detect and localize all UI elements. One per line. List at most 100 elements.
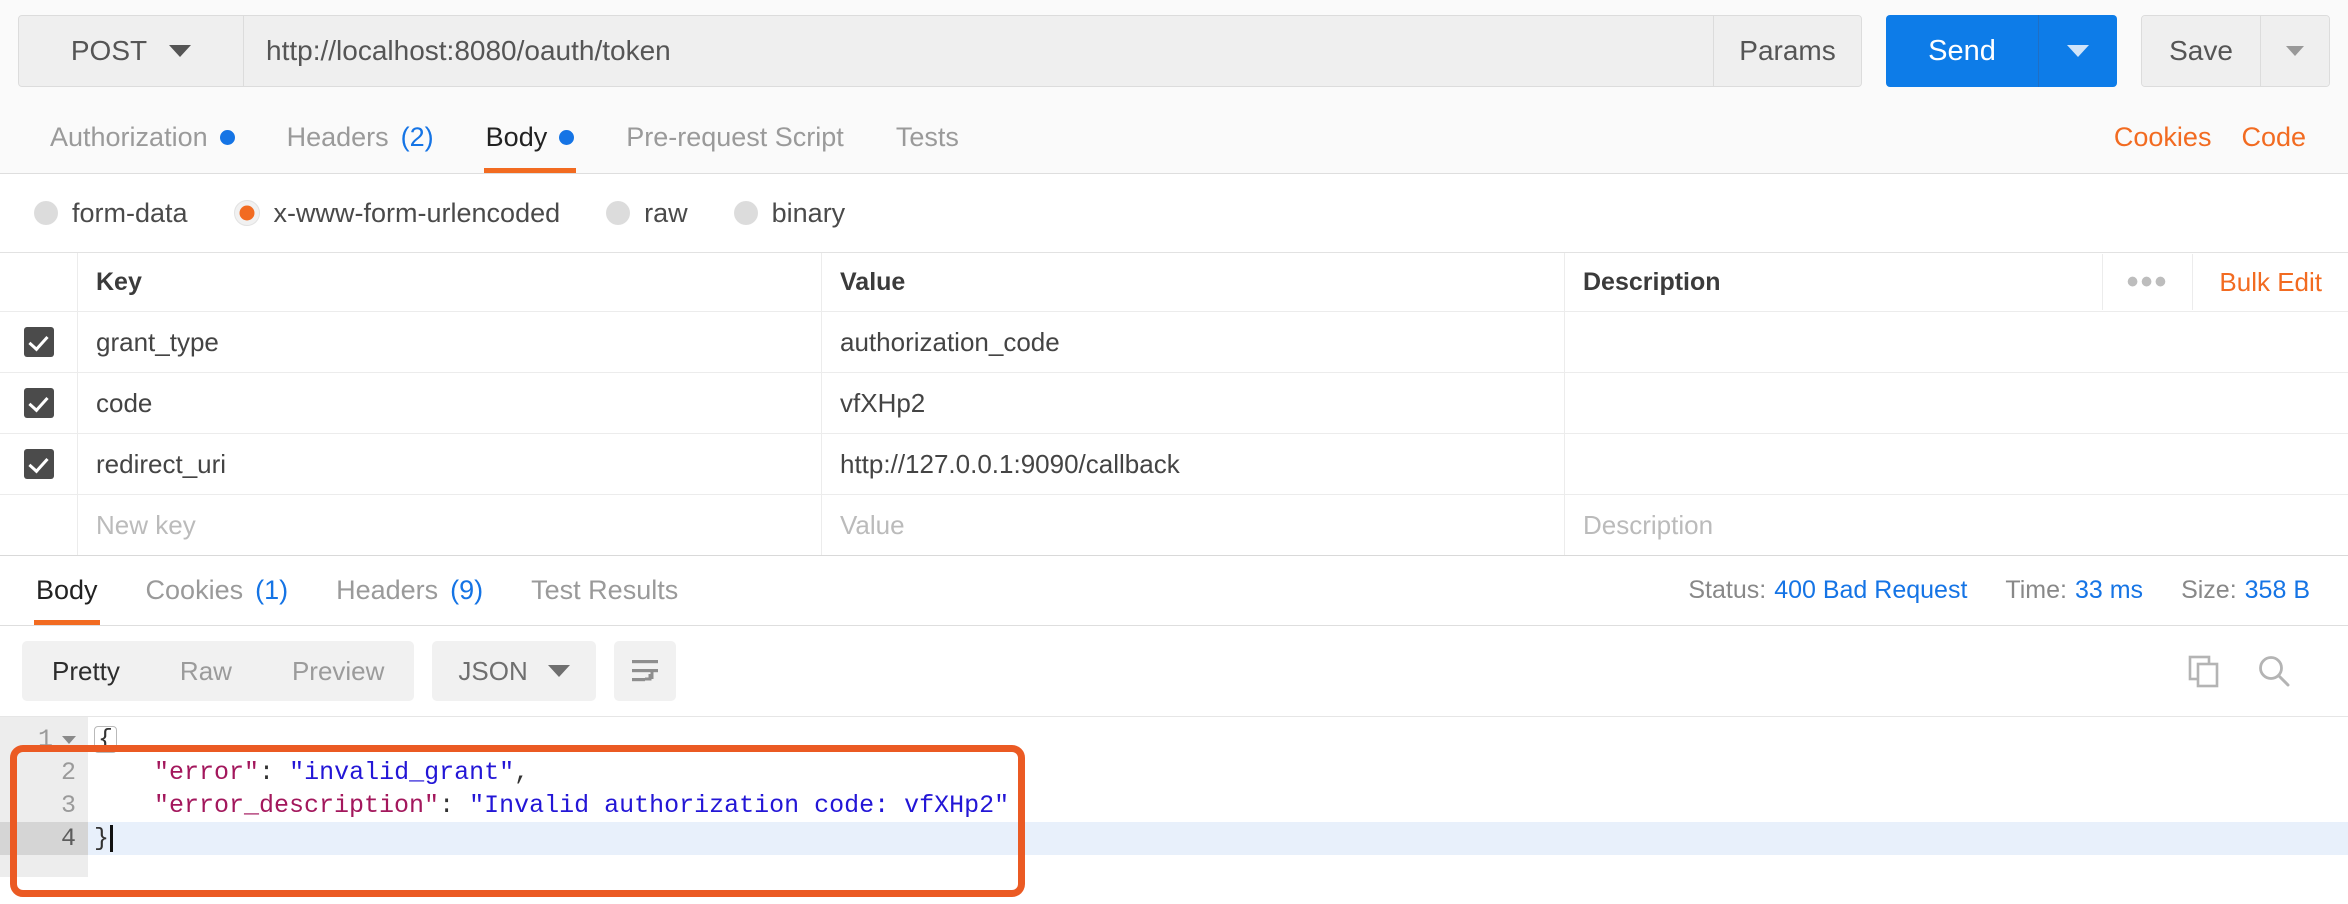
size-label: Size: [2181,576,2237,604]
method-url-group: POST http://localhost:8080/oauth/token P… [18,15,1862,87]
response-tabs: Body Cookies (1) Headers (9) Test Result… [0,556,2348,626]
text-cursor [110,825,113,852]
view-raw-button[interactable]: Raw [150,641,262,701]
row-checkbox[interactable] [24,449,54,479]
code-key: "error" [154,758,259,787]
table-row: code vfXHp2 [0,373,2348,434]
body-type-form-data-label: form-data [72,198,188,229]
row-value[interactable]: http://127.0.0.1:9090/callback [822,434,1565,494]
time-value: 33 ms [2075,576,2143,604]
body-params-table: Key Value Description ••• Bulk Edit gran… [0,252,2348,556]
response-tab-body-label: Body [36,575,98,606]
response-tab-body[interactable]: Body [12,556,122,625]
tab-tests-label: Tests [896,122,959,153]
save-button[interactable]: Save [2142,16,2260,86]
radio-icon [34,201,58,225]
view-pretty-button[interactable]: Pretty [22,641,150,701]
tab-headers-count: (2) [401,122,434,153]
url-text: http://localhost:8080/oauth/token [266,35,671,67]
new-description-input[interactable]: Description [1565,495,2348,555]
copy-icon [2186,653,2222,689]
response-meta: Status:400 Bad Request Time:33 ms Size:3… [1688,556,2336,625]
params-button[interactable]: Params [1713,16,1861,86]
new-value-input[interactable]: Value [822,495,1565,555]
modified-dot-icon [559,130,574,145]
line-number-value: 3 [61,791,76,820]
line-number: 4 [0,822,88,855]
params-label: Params [1739,35,1835,67]
code-open-brace: { [94,726,117,753]
new-row-checkbox-cell [0,495,78,555]
header-checkbox-cell [0,253,78,311]
tab-body[interactable]: Body [460,102,601,173]
send-button-group: Send [1886,15,2117,87]
response-tab-cookies[interactable]: Cookies (1) [122,556,313,625]
row-key[interactable]: code [78,373,822,433]
fold-arrow-icon[interactable] [62,736,76,744]
header-description-cell: Description ••• Bulk Edit [1565,253,2348,311]
save-button-group: Save [2141,15,2330,87]
response-view-toolbar: Pretty Raw Preview JSON [0,626,2348,716]
body-type-urlencoded[interactable]: x-www-form-urlencoded [234,198,561,229]
copy-button[interactable] [2186,653,2222,689]
request-tabs-right-links: Cookies Code [2114,102,2324,173]
new-key-input[interactable]: New key [78,495,822,555]
row-value[interactable]: vfXHp2 [822,373,1565,433]
row-checkbox-cell [0,373,78,433]
line-number-value: 4 [61,824,76,853]
response-tab-test-results[interactable]: Test Results [507,556,702,625]
url-input[interactable]: http://localhost:8080/oauth/token [244,16,1713,86]
response-body-editor[interactable]: 1 2 3 4 { "error": "invalid_grant", "err… [0,716,2348,877]
request-tabs: Authorization Headers (2) Body Pre-reque… [0,102,2348,174]
response-tab-headers[interactable]: Headers (9) [312,556,507,625]
row-key[interactable]: redirect_uri [78,434,822,494]
modified-dot-icon [220,130,235,145]
tab-tests[interactable]: Tests [870,102,985,173]
tab-authorization[interactable]: Authorization [24,102,261,173]
size-badge: Size: 358 B [2181,576,2310,605]
radio-icon [734,201,758,225]
http-method-label: POST [71,35,147,67]
row-description[interactable] [1565,373,2348,433]
more-options-icon[interactable]: ••• [2102,254,2194,310]
tab-headers[interactable]: Headers (2) [261,102,460,173]
code-value: "Invalid authorization code: vfXHp2" [469,791,1009,820]
header-value: Value [822,253,1565,311]
radio-selected-icon [234,200,260,226]
code-close-brace: } [94,824,109,853]
chevron-down-icon [548,665,570,677]
tab-pre-request-script[interactable]: Pre-request Script [600,102,870,173]
size-value: 358 B [2245,576,2310,604]
tab-body-label: Body [486,122,548,153]
search-button[interactable] [2256,653,2292,689]
request-url-bar: POST http://localhost:8080/oauth/token P… [0,0,2348,102]
http-method-select[interactable]: POST [19,16,244,86]
row-checkbox[interactable] [24,388,54,418]
row-key[interactable]: grant_type [78,312,822,372]
response-format-label: JSON [458,656,527,687]
response-format-select[interactable]: JSON [432,641,595,701]
row-description[interactable] [1565,312,2348,372]
body-type-urlencoded-label: x-www-form-urlencoded [274,198,561,229]
body-type-raw-label: raw [644,198,688,229]
row-value[interactable]: authorization_code [822,312,1565,372]
code-link[interactable]: Code [2241,122,2306,153]
code-lines[interactable]: { "error": "invalid_grant", "error_descr… [88,717,2348,877]
body-type-form-data[interactable]: form-data [34,198,188,229]
bulk-edit-link[interactable]: Bulk Edit [2193,267,2348,298]
row-checkbox[interactable] [24,327,54,357]
word-wrap-button[interactable] [614,641,676,701]
status-badge: Status:400 Bad Request [1688,576,1967,605]
response-tab-headers-count: (9) [450,575,483,606]
send-button[interactable]: Send [1886,15,2038,87]
send-options-button[interactable] [2038,15,2117,87]
body-type-raw[interactable]: raw [606,198,688,229]
line-number: 1 [0,723,88,756]
search-icon [2256,653,2292,689]
row-description[interactable] [1565,434,2348,494]
view-preview-button[interactable]: Preview [262,641,414,701]
body-type-binary[interactable]: binary [734,198,846,229]
table-row: grant_type authorization_code [0,312,2348,373]
save-options-button[interactable] [2260,16,2329,86]
cookies-link[interactable]: Cookies [2114,122,2212,153]
